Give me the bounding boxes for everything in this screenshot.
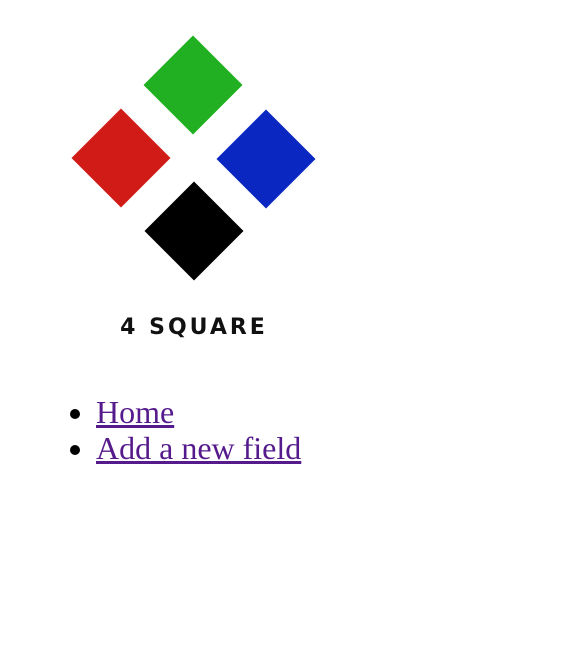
red-diamond [71, 108, 171, 208]
logo-wordmark: 4 SQUARE [120, 315, 268, 340]
home-link[interactable]: Home [96, 394, 174, 430]
nav-item-add-field: Add a new field [96, 430, 301, 466]
four-square-logo: 4 SQUARE [71, 35, 316, 340]
page: 4 SQUARE Home Add a new field [0, 0, 562, 658]
green-diamond [143, 35, 243, 135]
add-new-field-link[interactable]: Add a new field [96, 430, 301, 466]
blue-diamond [216, 109, 316, 209]
nav-item-home: Home [96, 394, 301, 430]
nav-list: Home Add a new field [56, 394, 301, 466]
black-diamond [144, 181, 244, 281]
